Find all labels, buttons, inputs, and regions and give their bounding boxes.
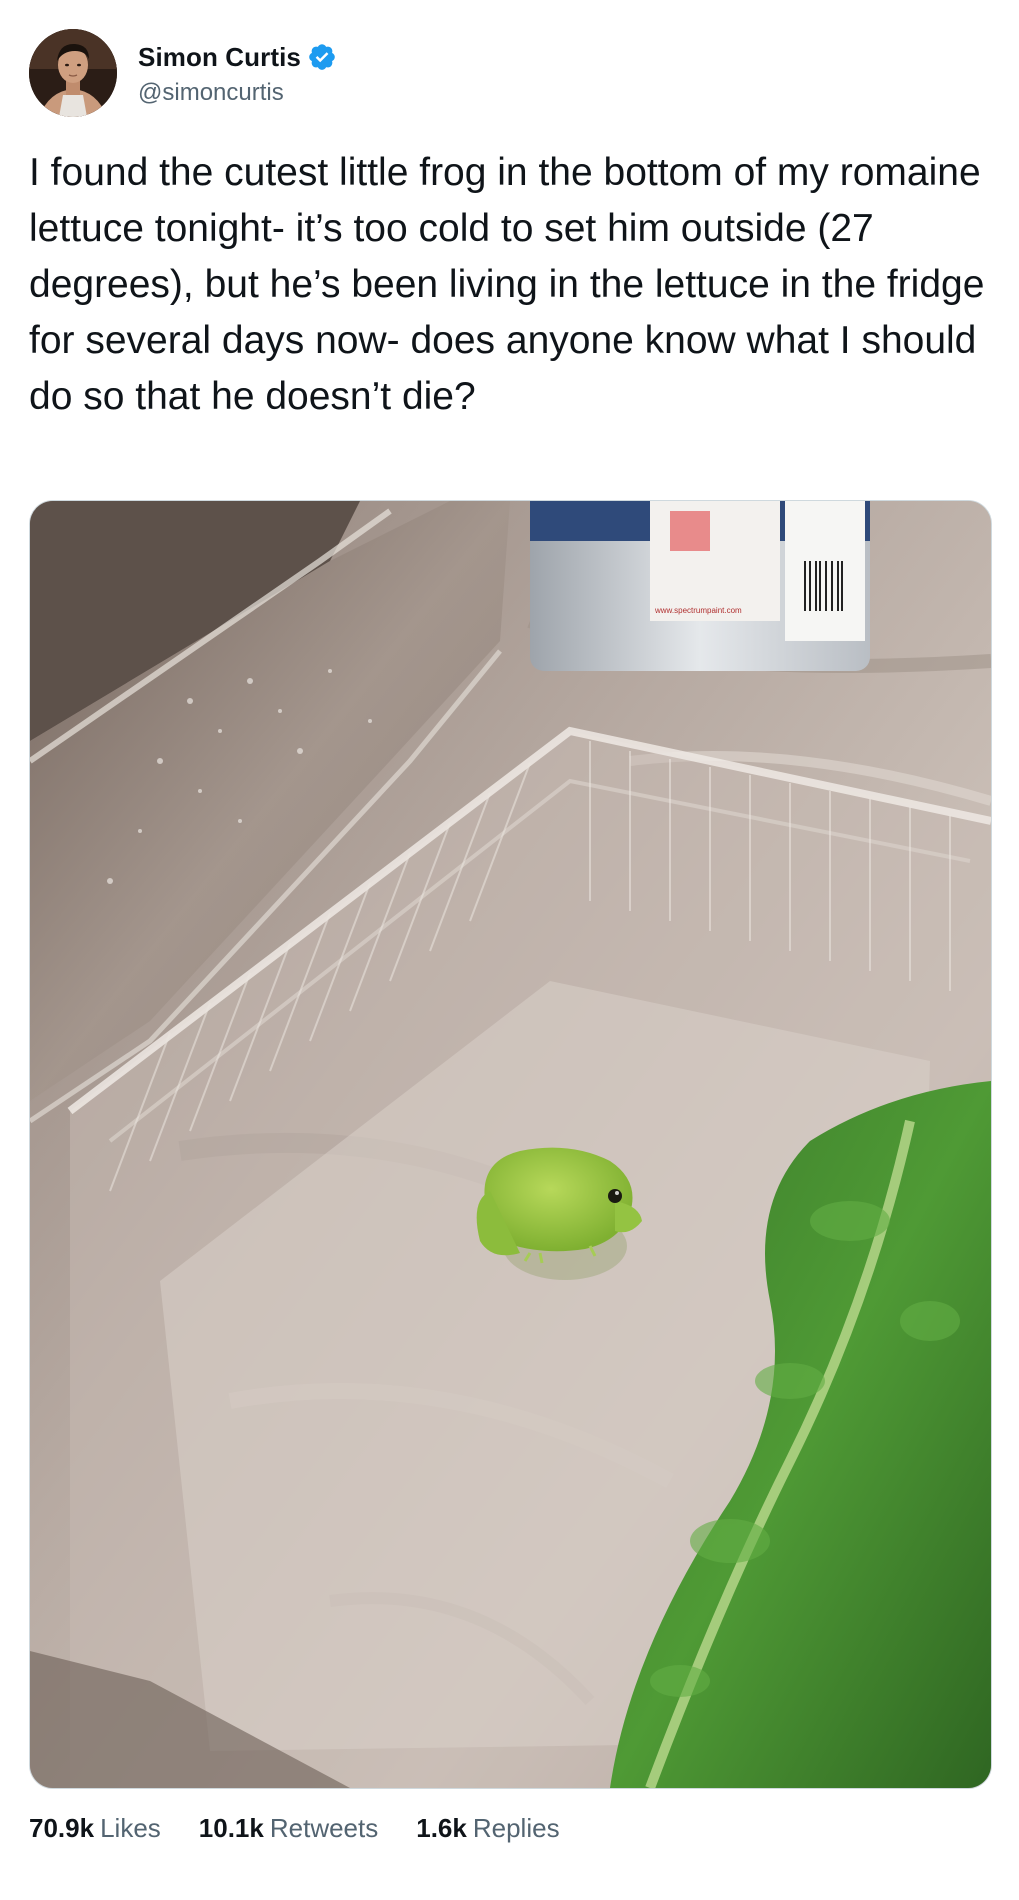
- frog-photo-illustration: www.spectrumpaint.com: [30, 501, 991, 1788]
- tweet-photo[interactable]: www.spectrumpaint.com: [29, 500, 992, 1789]
- replies-stat[interactable]: 1.6k Replies: [416, 1813, 559, 1844]
- avatar-photo: [29, 29, 117, 117]
- likes-stat[interactable]: 70.9k Likes: [29, 1813, 161, 1844]
- tweet-card: Simon Curtis @simoncurtis I found the cu…: [0, 0, 1019, 1900]
- replies-label: Replies: [472, 1812, 560, 1843]
- tweet-header: Simon Curtis @simoncurtis: [29, 29, 337, 117]
- tweet-stats: 70.9k Likes 10.1k Retweets 1.6k Replies: [29, 1808, 598, 1848]
- tweet-text: I found the cutest little frog in the bo…: [29, 151, 985, 418]
- author-handle[interactable]: @simoncurtis: [138, 79, 337, 107]
- display-name-row: Simon Curtis: [138, 39, 337, 75]
- avatar[interactable]: [29, 29, 117, 117]
- display-name[interactable]: Simon Curtis: [138, 42, 301, 73]
- retweets-stat[interactable]: 10.1k Retweets: [199, 1813, 378, 1844]
- replies-count: 1.6k: [416, 1812, 467, 1843]
- verified-badge-icon: [307, 42, 337, 72]
- likes-count: 70.9k: [29, 1812, 95, 1843]
- likes-label: Likes: [100, 1812, 161, 1843]
- can-label-url: www.spectrumpaint.com: [654, 606, 742, 615]
- retweets-label: Retweets: [269, 1812, 379, 1843]
- author-names: Simon Curtis @simoncurtis: [138, 39, 337, 107]
- retweets-count: 10.1k: [198, 1812, 264, 1843]
